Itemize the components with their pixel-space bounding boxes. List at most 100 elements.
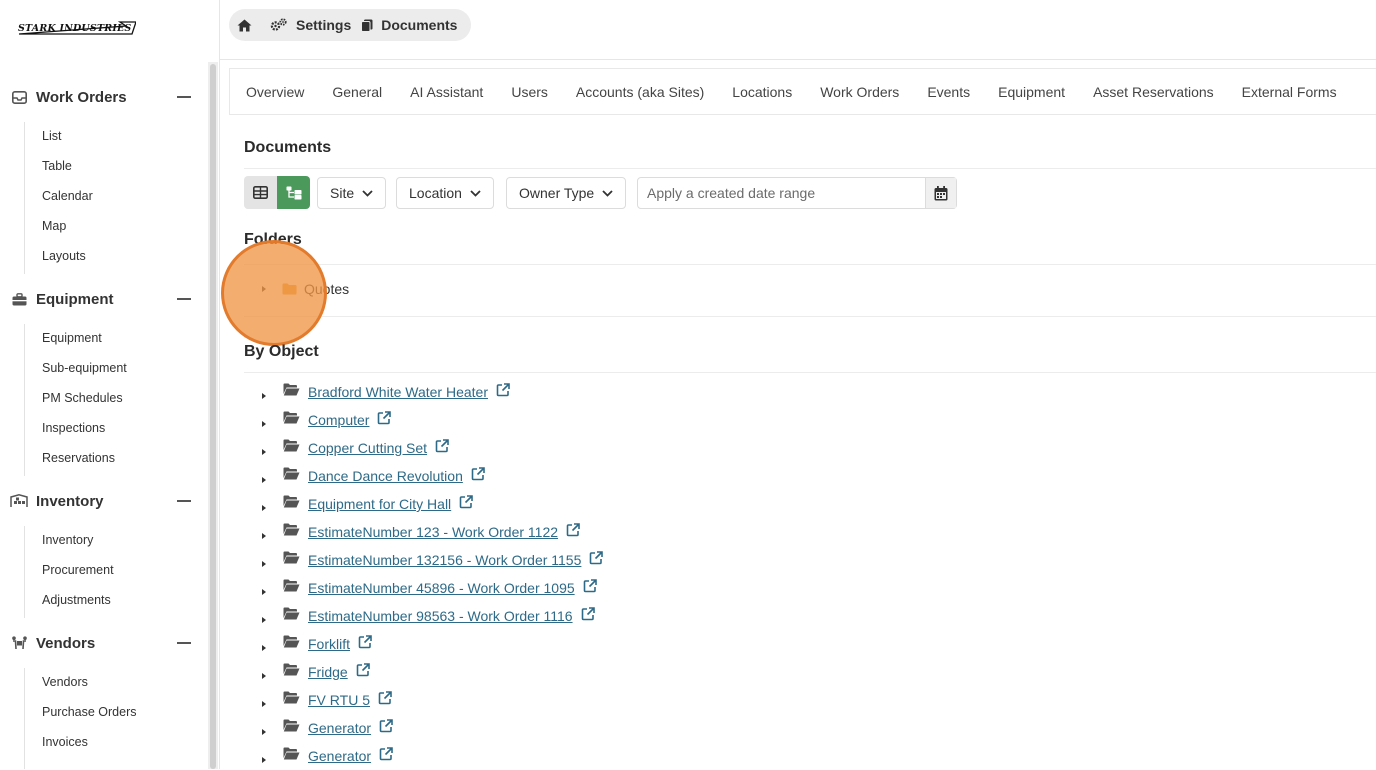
calendar-button[interactable] [925, 178, 956, 208]
tab-events[interactable]: Events [927, 84, 970, 100]
breadcrumb-home[interactable] [237, 19, 260, 32]
object-link[interactable]: Computer [308, 412, 369, 428]
sidebar-section-work-orders[interactable]: Work Orders [10, 85, 195, 109]
sidebar-item-pm-schedules[interactable]: PM Schedules [42, 391, 123, 405]
tab-users[interactable]: Users [511, 84, 548, 100]
tab-work-orders[interactable]: Work Orders [820, 84, 899, 100]
sidebar-item-inspections[interactable]: Inspections [42, 421, 105, 435]
object-link[interactable]: EstimateNumber 98563 - Work Order 1116 [308, 608, 573, 624]
object-folder-row[interactable]: Forklift [262, 630, 372, 658]
sidebar-item-vendors[interactable]: Vendors [42, 675, 88, 689]
collapse-icon[interactable] [177, 96, 191, 98]
expand-caret-icon[interactable] [262, 561, 266, 567]
external-link-icon[interactable] [377, 410, 392, 430]
external-link-icon[interactable] [356, 662, 370, 682]
object-link[interactable]: Generator [308, 748, 371, 764]
sidebar-item-calendar[interactable]: Calendar [42, 189, 93, 203]
object-folder-row[interactable]: EstimateNumber 98563 - Work Order 1116 [262, 602, 595, 630]
sidebar-item-equipment[interactable]: Equipment [42, 331, 102, 345]
tree-view-button[interactable] [277, 176, 310, 209]
sidebar-item-adjustments[interactable]: Adjustments [42, 593, 111, 607]
object-link[interactable]: FV RTU 5 [308, 692, 370, 708]
sidebar-section-inventory[interactable]: Inventory [10, 489, 195, 513]
external-link-icon[interactable] [379, 718, 393, 738]
sidebar-item-list[interactable]: List [42, 129, 61, 143]
tab-ai-assistant[interactable]: AI Assistant [410, 84, 483, 100]
external-link-icon[interactable] [378, 690, 392, 710]
collapse-icon[interactable] [177, 298, 191, 300]
object-folder-row[interactable]: Equipment for City Hall [262, 490, 473, 518]
external-link-icon[interactable] [496, 382, 510, 402]
object-folder-row[interactable]: FV RTU 5 [262, 686, 392, 714]
expand-caret-icon[interactable] [262, 505, 266, 511]
collapse-icon[interactable] [177, 500, 191, 502]
sidebar-item-map[interactable]: Map [42, 219, 66, 233]
object-link[interactable]: EstimateNumber 123 - Work Order 1122 [308, 524, 558, 540]
stark-industries-logo[interactable]: STARK INDUSTRIES [16, 18, 136, 38]
external-link-icon[interactable] [589, 550, 604, 570]
sidebar-item-layouts[interactable]: Layouts [42, 249, 86, 263]
object-folder-row[interactable]: Bradford White Water Heater [262, 378, 510, 406]
expand-caret-icon[interactable] [262, 617, 266, 623]
external-link-icon[interactable] [435, 438, 449, 458]
external-link-icon[interactable] [566, 522, 580, 542]
object-folder-row[interactable]: EstimateNumber 45896 - Work Order 1095 [262, 574, 597, 602]
object-link[interactable]: Dance Dance Revolution [308, 468, 463, 484]
expand-caret-icon[interactable] [262, 673, 266, 679]
object-link[interactable]: Fridge [308, 664, 348, 680]
object-folder-row[interactable]: Fridge [262, 658, 370, 686]
expand-caret-icon[interactable] [262, 729, 266, 735]
expand-caret-icon[interactable] [262, 645, 266, 651]
sidebar-scrollbar-thumb[interactable] [210, 64, 216, 769]
tab-equipment[interactable]: Equipment [998, 84, 1065, 100]
sidebar-item-purchase-orders[interactable]: Purchase Orders [42, 705, 136, 719]
object-link[interactable]: Equipment for City Hall [308, 496, 451, 512]
collapse-icon[interactable] [177, 642, 191, 644]
external-link-icon[interactable] [459, 494, 473, 514]
tab-accounts[interactable]: Accounts (aka Sites) [576, 84, 704, 100]
object-folder-row[interactable]: Generator [262, 714, 393, 742]
table-view-button[interactable] [244, 176, 277, 209]
object-link[interactable]: EstimateNumber 45896 - Work Order 1095 [308, 580, 575, 596]
tab-asset-reservations[interactable]: Asset Reservations [1093, 84, 1214, 100]
sidebar-item-reservations[interactable]: Reservations [42, 451, 115, 465]
object-link[interactable]: Copper Cutting Set [308, 440, 427, 456]
external-link-icon[interactable] [379, 746, 393, 766]
object-link[interactable]: EstimateNumber 132156 - Work Order 1155 [308, 552, 581, 568]
expand-caret-icon[interactable] [262, 589, 266, 595]
expand-caret-icon[interactable] [262, 757, 266, 763]
folder-row[interactable]: Quotes [262, 280, 349, 298]
object-folder-row[interactable]: Copper Cutting Set [262, 434, 449, 462]
expand-caret-icon[interactable] [262, 533, 266, 539]
expand-caret-icon[interactable] [262, 477, 266, 483]
sidebar-section-vendors[interactable]: Vendors [10, 631, 195, 655]
expand-caret-icon[interactable] [262, 701, 266, 707]
tab-general[interactable]: General [332, 84, 382, 100]
expand-caret-icon[interactable] [262, 393, 266, 399]
date-range-input[interactable] [638, 178, 926, 208]
expand-caret-icon[interactable] [262, 286, 266, 292]
sidebar-item-inventory[interactable]: Inventory [42, 533, 93, 547]
sidebar-item-procurement[interactable]: Procurement [42, 563, 114, 577]
object-link[interactable]: Bradford White Water Heater [308, 384, 488, 400]
breadcrumb-settings[interactable]: Settings [270, 17, 351, 33]
tab-locations[interactable]: Locations [732, 84, 792, 100]
external-link-icon[interactable] [583, 578, 597, 598]
external-link-icon[interactable] [581, 606, 595, 626]
sidebar-item-invoices[interactable]: Invoices [42, 735, 88, 749]
tab-overview[interactable]: Overview [246, 84, 304, 100]
external-link-icon[interactable] [471, 466, 485, 486]
external-link-icon[interactable] [358, 634, 372, 654]
site-filter-dropdown[interactable]: Site [317, 177, 387, 209]
sidebar-item-sub-equipment[interactable]: Sub-equipment [42, 361, 127, 375]
tab-external-forms[interactable]: External Forms [1242, 84, 1337, 100]
object-folder-row[interactable]: EstimateNumber 132156 - Work Order 1155 [262, 546, 604, 574]
object-link[interactable]: Generator [308, 720, 371, 736]
owner-type-filter-dropdown[interactable]: Owner Type [506, 177, 627, 209]
object-folder-row[interactable]: Computer [262, 406, 392, 434]
expand-caret-icon[interactable] [262, 421, 266, 427]
breadcrumb-documents[interactable]: Documents [361, 17, 457, 33]
sidebar-section-equipment[interactable]: Equipment [10, 287, 195, 311]
expand-caret-icon[interactable] [262, 449, 266, 455]
object-folder-row[interactable]: Generator [262, 742, 393, 770]
